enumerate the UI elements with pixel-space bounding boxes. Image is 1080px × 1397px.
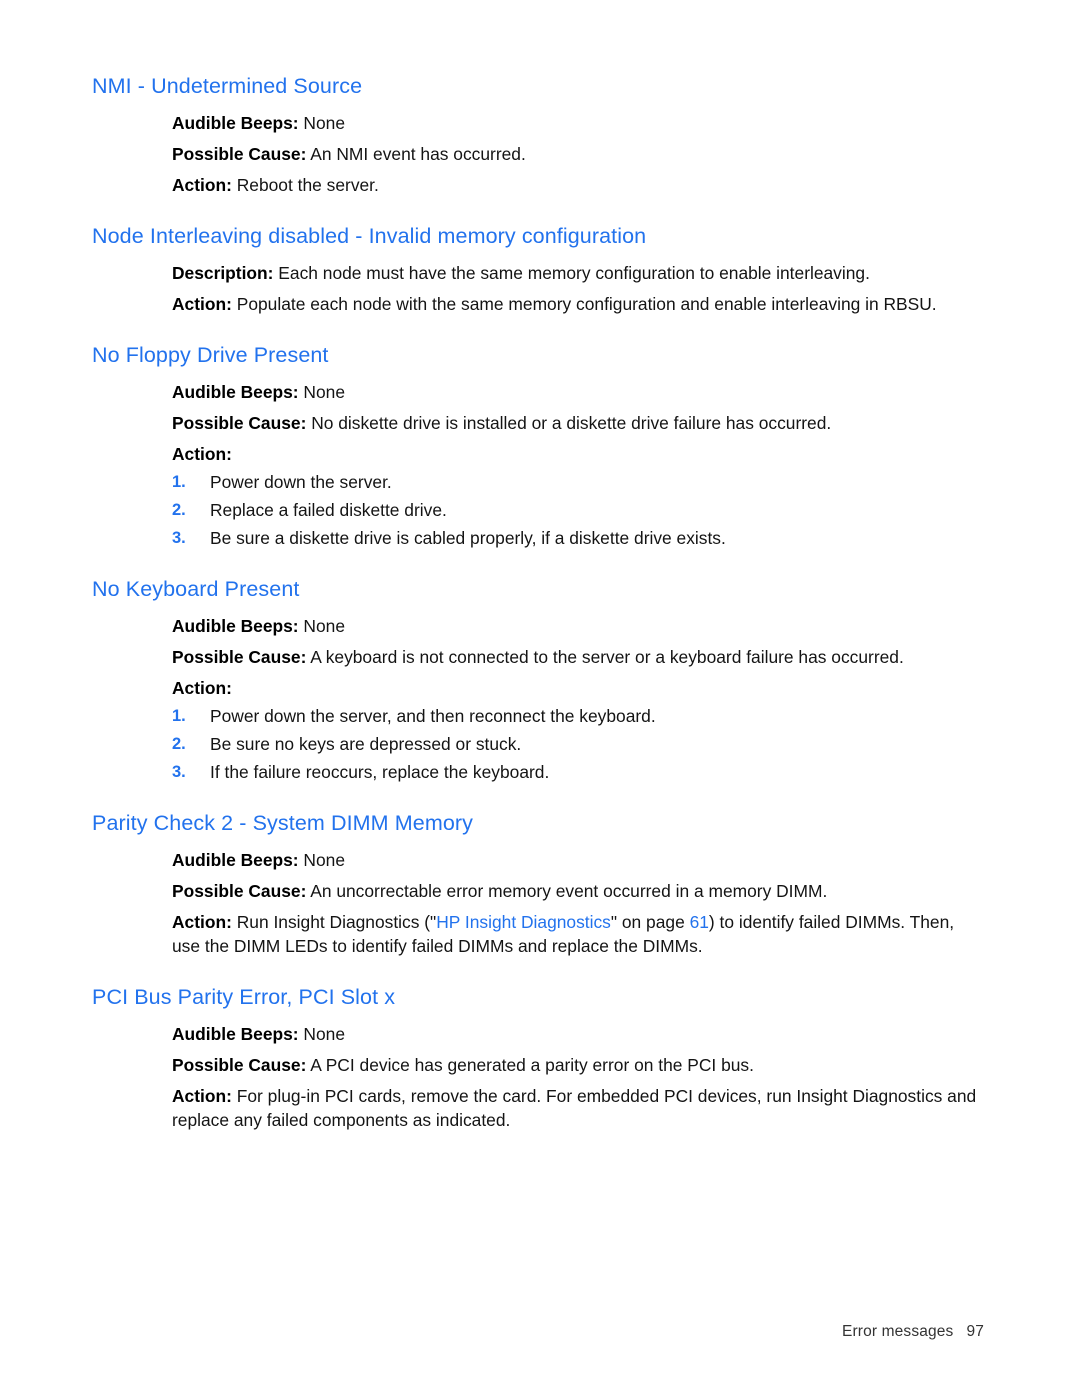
section-body: Audible Beeps: None Possible Cause: No d… bbox=[172, 380, 984, 550]
audible-beeps-value: None bbox=[298, 850, 345, 870]
page-content: NMI - Undetermined Source Audible Beeps:… bbox=[92, 72, 982, 1132]
action-line: Action: Populate each node with the same… bbox=[172, 292, 984, 316]
list-item-number: 3. bbox=[172, 529, 186, 547]
possible-cause-label: Possible Cause bbox=[172, 1055, 301, 1075]
possible-cause-label: Possible Cause bbox=[172, 647, 301, 667]
section-body: Audible Beeps: None Possible Cause: An u… bbox=[172, 848, 984, 958]
audible-beeps-value: None bbox=[298, 616, 345, 636]
section-heading: NMI - Undetermined Source bbox=[92, 74, 363, 98]
section-body: Description: Each node must have the sam… bbox=[172, 261, 984, 316]
action-label: Action bbox=[172, 294, 227, 314]
audible-beeps-label: Audible Beeps bbox=[172, 616, 293, 636]
list-item-number: 3. bbox=[172, 763, 186, 781]
audible-beeps-line: Audible Beeps: None bbox=[172, 614, 984, 638]
possible-cause-line: Possible Cause: A PCI device has generat… bbox=[172, 1053, 984, 1077]
audible-beeps-line: Audible Beeps: None bbox=[172, 380, 984, 404]
section-no-keyboard-present: No Keyboard Present Audible Beeps: None … bbox=[92, 575, 982, 784]
audible-beeps-value: None bbox=[298, 113, 345, 133]
possible-cause-value: No diskette drive is installed or a disk… bbox=[306, 413, 832, 433]
action-value: Populate each node with the same memory … bbox=[231, 294, 937, 314]
action-label: Action bbox=[172, 175, 227, 195]
colon: : bbox=[226, 444, 232, 464]
audible-beeps-line: Audible Beeps: None bbox=[172, 848, 984, 872]
section-body: Audible Beeps: None Possible Cause: A PC… bbox=[172, 1022, 984, 1132]
action-steps-list: 1. Power down the server, and then reconn… bbox=[172, 704, 984, 784]
possible-cause-label: Possible Cause bbox=[172, 881, 301, 901]
list-item-number: 1. bbox=[172, 473, 186, 491]
list-item: 2. Be sure no keys are depressed or stuck… bbox=[172, 732, 984, 756]
possible-cause-value: A PCI device has generated a parity erro… bbox=[306, 1055, 754, 1075]
action-label: Action bbox=[172, 912, 227, 932]
colon: : bbox=[226, 678, 232, 698]
possible-cause-value: An NMI event has occurred. bbox=[306, 144, 526, 164]
possible-cause-value: A keyboard is not connected to the serve… bbox=[306, 647, 904, 667]
audible-beeps-line: Audible Beeps: None bbox=[172, 1022, 984, 1046]
section-no-floppy-drive-present: No Floppy Drive Present Audible Beeps: N… bbox=[92, 341, 982, 550]
section-parity-check-2-system-dimm-memory: Parity Check 2 - System DIMM Memory Audi… bbox=[92, 809, 982, 958]
list-item-text: Replace a failed diskette drive. bbox=[210, 500, 447, 520]
possible-cause-label: Possible Cause bbox=[172, 144, 301, 164]
list-item-number: 1. bbox=[172, 707, 186, 725]
action-value: For plug-in PCI cards, remove the card. … bbox=[172, 1086, 977, 1130]
action-steps-list: 1. Power down the server. 2. Replace a fai… bbox=[172, 470, 984, 550]
audible-beeps-value: None bbox=[298, 1024, 345, 1044]
list-item: 3. If the failure reoccurs, replace the k… bbox=[172, 760, 984, 784]
section-heading: No Floppy Drive Present bbox=[92, 343, 329, 367]
audible-beeps-label: Audible Beeps bbox=[172, 382, 293, 402]
possible-cause-line: Possible Cause: An NMI event has occurre… bbox=[172, 142, 984, 166]
list-item: 3. Be sure a diskette drive is cabled pro… bbox=[172, 526, 984, 550]
list-item-text: Be sure no keys are depressed or stuck. bbox=[210, 734, 522, 754]
section-heading: No Keyboard Present bbox=[92, 577, 300, 601]
action-line: Action: bbox=[172, 442, 984, 466]
action-label: Action bbox=[172, 678, 227, 698]
list-item-text: If the failure reoccurs, replace the key… bbox=[210, 762, 550, 782]
list-item-text: Power down the server. bbox=[210, 472, 392, 492]
description-label: Description bbox=[172, 263, 268, 283]
section-heading: PCI Bus Parity Error, PCI Slot x bbox=[92, 985, 396, 1009]
audible-beeps-label: Audible Beeps bbox=[172, 1024, 293, 1044]
list-item: 1. Power down the server, and then reconn… bbox=[172, 704, 984, 728]
audible-beeps-label: Audible Beeps bbox=[172, 850, 293, 870]
section-body: Audible Beeps: None Possible Cause: An N… bbox=[172, 111, 984, 197]
list-item-text: Power down the server, and then reconnec… bbox=[210, 706, 656, 726]
action-prefix: Run Insight Diagnostics (" bbox=[231, 912, 437, 932]
action-value: Reboot the server. bbox=[231, 175, 379, 195]
action-mid: " on page bbox=[610, 912, 690, 932]
list-item: 1. Power down the server. bbox=[172, 470, 984, 494]
section-heading: Node Interleaving disabled - Invalid mem… bbox=[92, 224, 647, 248]
audible-beeps-line: Audible Beeps: None bbox=[172, 111, 984, 135]
description-value: Each node must have the same memory conf… bbox=[273, 263, 870, 283]
cross-reference-page-number[interactable]: 61 bbox=[690, 912, 709, 932]
possible-cause-line: Possible Cause: No diskette drive is ins… bbox=[172, 411, 984, 435]
action-label: Action bbox=[172, 444, 227, 464]
audible-beeps-value: None bbox=[298, 382, 345, 402]
footer-label: Error messages bbox=[841, 1323, 954, 1340]
possible-cause-label: Possible Cause bbox=[172, 413, 301, 433]
possible-cause-line: Possible Cause: A keyboard is not connec… bbox=[172, 645, 984, 669]
page-footer: Error messages 97 bbox=[842, 1323, 984, 1341]
description-line: Description: Each node must have the sam… bbox=[172, 261, 984, 285]
list-item-text: Be sure a diskette drive is cabled prope… bbox=[210, 528, 726, 548]
document-page: NMI - Undetermined Source Audible Beeps:… bbox=[0, 0, 1080, 1397]
cross-reference-link[interactable]: HP Insight Diagnostics bbox=[436, 912, 611, 932]
list-item-number: 2. bbox=[172, 501, 186, 519]
action-line: Action: For plug-in PCI cards, remove th… bbox=[172, 1084, 984, 1132]
list-item: 2. Replace a failed diskette drive. bbox=[172, 498, 984, 522]
possible-cause-line: Possible Cause: An uncorrectable error m… bbox=[172, 879, 984, 903]
section-body: Audible Beeps: None Possible Cause: A ke… bbox=[172, 614, 984, 784]
section-pci-bus-parity-error: PCI Bus Parity Error, PCI Slot x Audible… bbox=[92, 983, 982, 1132]
footer-page-number: 97 bbox=[966, 1323, 984, 1340]
audible-beeps-label: Audible Beeps bbox=[172, 113, 293, 133]
list-item-number: 2. bbox=[172, 735, 186, 753]
action-line: Action: bbox=[172, 676, 984, 700]
section-heading: Parity Check 2 - System DIMM Memory bbox=[92, 811, 473, 835]
possible-cause-value: An uncorrectable error memory event occu… bbox=[306, 881, 828, 901]
action-line: Action: Run Insight Diagnostics ("HP Ins… bbox=[172, 910, 984, 958]
section-node-interleaving-disabled: Node Interleaving disabled - Invalid mem… bbox=[92, 222, 982, 316]
action-label: Action bbox=[172, 1086, 227, 1106]
section-nmi-undetermined-source: NMI - Undetermined Source Audible Beeps:… bbox=[92, 72, 982, 197]
action-line: Action: Reboot the server. bbox=[172, 173, 984, 197]
